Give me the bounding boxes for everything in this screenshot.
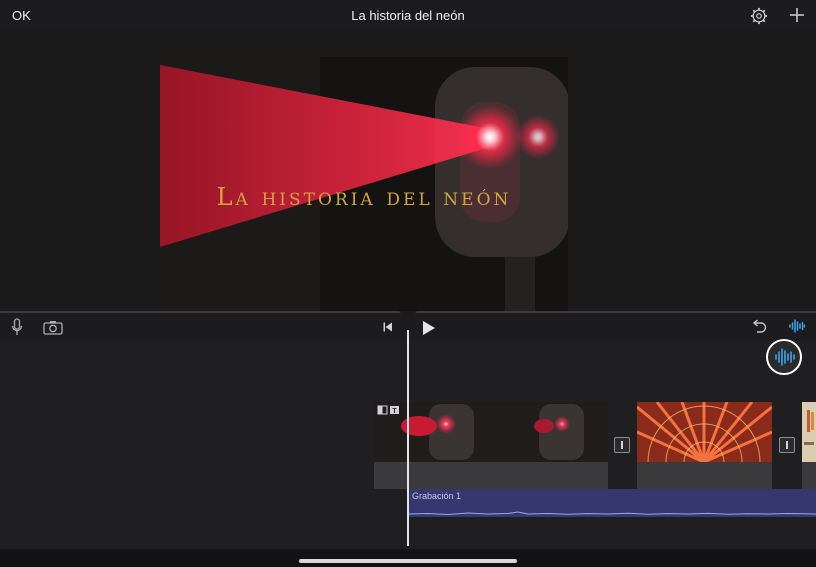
clip-underbar	[637, 462, 772, 489]
play-icon[interactable]	[422, 320, 436, 336]
home-indicator[interactable]	[299, 559, 517, 563]
transition-marker[interactable]	[614, 437, 630, 453]
audio-clip-label: Grabación 1	[412, 491, 462, 501]
top-bar: OK La historia del neón	[0, 0, 816, 31]
playhead[interactable]	[407, 330, 409, 546]
video-viewer: La historia del neón	[0, 31, 816, 311]
skip-to-start-icon[interactable]	[382, 321, 394, 333]
audio-waveform	[408, 511, 816, 516]
audio-clip[interactable]: Grabación 1	[408, 489, 816, 517]
video-clip[interactable]: T	[374, 402, 608, 462]
audio-waveform-icon[interactable]	[765, 338, 803, 376]
audio-waveform-icon[interactable]	[789, 319, 805, 333]
video-frame[interactable]: La historia del neón	[160, 57, 568, 311]
clip-thumbnails: T	[374, 402, 608, 462]
project-title: La historia del neón	[351, 8, 465, 23]
transition-marker[interactable]	[779, 437, 795, 453]
playhead-marker	[399, 311, 417, 320]
settings-gear-icon[interactable]	[750, 7, 768, 25]
title-overlay-text: La historia del neón	[216, 183, 512, 211]
clip-thumbnail-neon	[637, 402, 772, 462]
bottom-strip	[0, 549, 816, 567]
camera-icon[interactable]	[43, 320, 63, 335]
microphone-icon[interactable]	[11, 318, 23, 338]
svg-text:T: T	[392, 408, 397, 415]
clip-underbar	[374, 462, 608, 489]
add-plus-icon[interactable]	[789, 7, 805, 23]
undo-icon[interactable]	[751, 319, 767, 334]
video-clip[interactable]	[802, 402, 816, 462]
video-clip[interactable]	[637, 402, 772, 462]
clip-thumbnail-partial	[802, 402, 816, 462]
clip-underbar	[802, 462, 816, 489]
